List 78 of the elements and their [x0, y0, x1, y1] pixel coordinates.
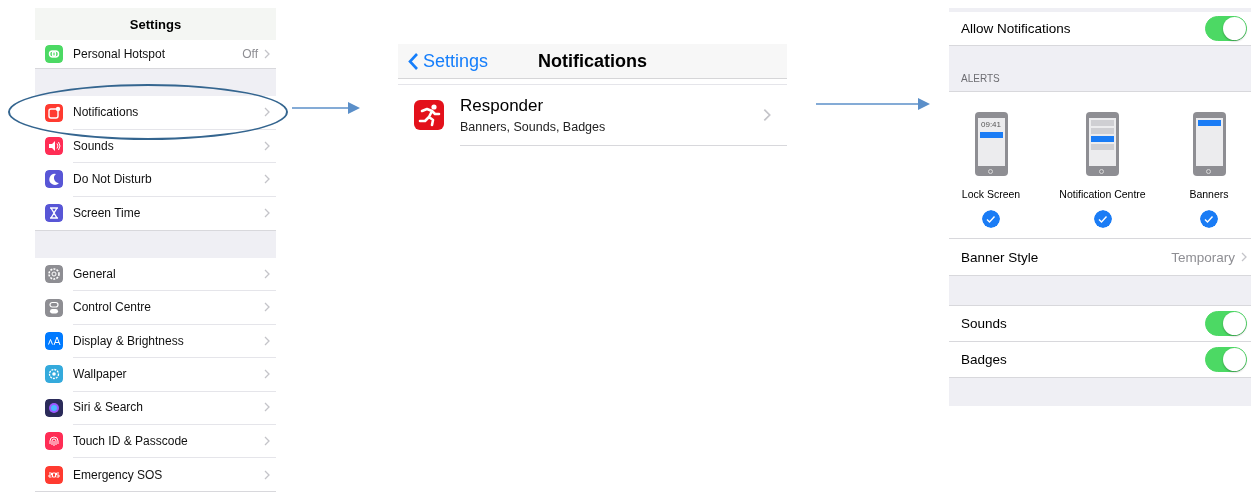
switches-icon [45, 298, 63, 317]
setting-value: Off [242, 47, 258, 61]
toggle-switch[interactable] [1205, 347, 1247, 372]
alert-style-label: Banners [1189, 188, 1229, 200]
setting-label: Sounds [73, 138, 115, 153]
chevron-icon [264, 402, 270, 413]
phone-drawing [1192, 112, 1226, 176]
back-button[interactable]: Settings [408, 50, 489, 72]
checkmark-icon[interactable] [1093, 210, 1112, 228]
banner-style-row[interactable]: Banner Style Temporary [949, 239, 1251, 276]
setting-label: Banner Style [961, 249, 1040, 265]
running-figure-icon [414, 100, 444, 130]
flower-icon [45, 365, 63, 384]
settings-row[interactable]: Siri & Search [35, 391, 276, 425]
orb-icon [45, 398, 63, 417]
speaker-icon [45, 137, 63, 156]
setting-label: Do Not Disturb [73, 171, 153, 186]
setting-label: Personal Hotspot [73, 47, 167, 61]
chevron-icon [264, 207, 270, 218]
settings-row[interactable]: Display & Brightness [35, 324, 276, 358]
chevron-icon [264, 368, 270, 379]
app-detail: Banners, Sounds, Badges [460, 119, 607, 134]
setting-label: Screen Time [73, 205, 142, 220]
setting-label: Control Centre [73, 300, 153, 315]
chevron-icon [763, 107, 771, 122]
notification-badge-icon [45, 103, 63, 122]
settings-row[interactable]: Touch ID & Passcode [35, 424, 276, 458]
toggle-switch[interactable] [1205, 16, 1247, 41]
section-header: ALERTS [961, 73, 1000, 84]
alert-style-label: Lock Screen [961, 188, 1021, 200]
hourglass-icon [45, 203, 63, 222]
gear-icon [45, 265, 63, 284]
setting-label: Wallpaper [73, 366, 128, 381]
setting-value: Temporary [1171, 249, 1235, 265]
chevron-icon [264, 107, 270, 118]
chevron-icon [264, 140, 270, 151]
setting-label: Siri & Search [73, 400, 145, 415]
fingerprint-icon [45, 432, 63, 451]
chevron-icon [264, 268, 270, 279]
back-chevron-icon [408, 51, 419, 71]
app-row[interactable]: Responder Banners, Sounds, Badges [398, 85, 787, 145]
flow-arrow [292, 102, 360, 114]
settings-row[interactable]: Do Not Disturb [35, 162, 276, 197]
checkmark-icon[interactable] [982, 210, 1000, 228]
setting-label: Emergency SOS [73, 467, 164, 482]
settings-row[interactable]: Personal Hotspot Off [35, 40, 276, 68]
chevron-icon [1241, 252, 1247, 262]
settings-row[interactable]: Control Centre [35, 290, 276, 325]
settings-row[interactable]: Emergency SOS [35, 457, 276, 492]
settings-row[interactable]: Screen Time [35, 196, 276, 230]
nav-title: Settings [35, 8, 276, 40]
chevron-icon [264, 469, 270, 480]
setting-label: Display & Brightness [73, 333, 185, 348]
setting-label: Badges [961, 352, 1008, 367]
moon-icon [45, 170, 63, 189]
chevron-icon [264, 49, 270, 59]
setting-label: Sounds [961, 316, 1008, 331]
text-size-icon [45, 332, 63, 351]
chevron-icon [264, 435, 270, 446]
phone-drawing [1086, 112, 1119, 176]
setting-label: Notifications [73, 105, 140, 120]
setting-label: Allow Notifications [961, 21, 1072, 36]
setting-label: Touch ID & Passcode [73, 433, 189, 448]
chevron-icon [264, 335, 270, 346]
app-name: Responder [460, 95, 545, 116]
toggle-switch[interactable] [1205, 311, 1247, 336]
chevron-icon [264, 302, 270, 313]
clock-text: 09:41 [980, 120, 1002, 130]
settings-row[interactable]: Sounds [35, 129, 276, 163]
checkmark-icon[interactable] [1200, 210, 1218, 228]
chevron-icon [264, 173, 270, 184]
settings-row[interactable]: Notifications [35, 96, 276, 130]
chain-link-icon [45, 45, 63, 63]
alert-style-label: Notification Centre [1059, 188, 1146, 200]
setting-label: General [73, 266, 117, 281]
settings-row[interactable]: Wallpaper [35, 357, 276, 392]
nav-title: Notifications [538, 50, 647, 71]
settings-row[interactable]: General [35, 257, 276, 291]
